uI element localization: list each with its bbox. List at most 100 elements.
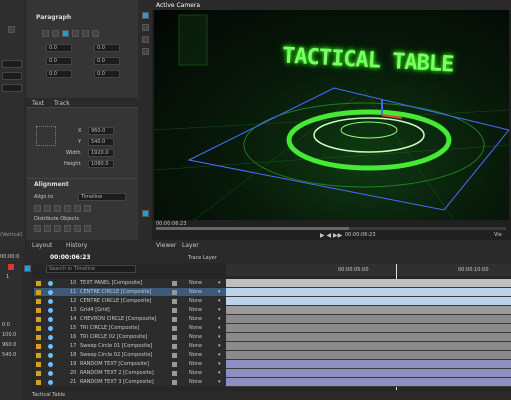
track-bar[interactable] <box>226 315 511 324</box>
table-row[interactable]: 18 Sweep Circle 02 [Composite] None ▾ <box>34 351 256 360</box>
track-bar[interactable] <box>226 297 511 306</box>
align-to-select[interactable]: Timeline <box>78 193 126 201</box>
blend-mode[interactable]: None <box>189 324 202 333</box>
visibility-icon[interactable] <box>48 335 53 340</box>
search-input[interactable]: Search in Timeline <box>46 265 136 273</box>
eye-icon[interactable] <box>36 290 41 295</box>
track-bar[interactable] <box>226 360 511 369</box>
blend-mode[interactable]: None <box>189 333 202 342</box>
eye-icon[interactable] <box>36 281 41 286</box>
blend-mode[interactable]: None <box>189 297 202 306</box>
strip-field[interactable] <box>2 72 22 80</box>
table-row[interactable]: 17 Sweep Circle 01 [Composite] None ▾ <box>34 342 256 351</box>
align-icon[interactable] <box>84 205 91 212</box>
visibility-icon[interactable] <box>48 290 53 295</box>
eye-icon[interactable] <box>36 344 41 349</box>
pen-icon[interactable] <box>172 344 177 349</box>
distribute-icon[interactable] <box>54 225 61 232</box>
pen-icon[interactable] <box>172 335 177 340</box>
align-left-button[interactable] <box>42 30 49 37</box>
pen-tool-icon[interactable] <box>142 36 149 43</box>
align-icon[interactable] <box>54 205 61 212</box>
chevron-down-icon[interactable]: ▾ <box>218 315 221 324</box>
pen-icon[interactable] <box>172 353 177 358</box>
align-icon[interactable] <box>74 205 81 212</box>
justify-button[interactable] <box>72 30 79 37</box>
viewer-canvas[interactable]: TACTICAL TABLE <box>154 10 509 220</box>
tab-layout[interactable]: Layout <box>32 242 52 249</box>
tab-text[interactable]: Text <box>32 100 44 107</box>
track-bar[interactable] <box>226 378 511 387</box>
eye-icon[interactable] <box>36 380 41 385</box>
strip-button[interactable] <box>8 26 15 33</box>
pen-icon[interactable] <box>172 317 177 322</box>
visibility-icon[interactable] <box>48 308 53 313</box>
spacing-field[interactable]: 0.0 <box>94 70 120 78</box>
track-bar[interactable] <box>226 342 511 351</box>
track-bar[interactable] <box>226 279 511 288</box>
chevron-down-icon[interactable]: ▾ <box>218 324 221 333</box>
chevron-down-icon[interactable]: ▾ <box>218 297 221 306</box>
pen-icon[interactable] <box>172 371 177 376</box>
blend-mode[interactable]: None <box>189 306 202 315</box>
pen-icon[interactable] <box>172 299 177 304</box>
chevron-down-icon[interactable]: ▾ <box>218 378 221 387</box>
chevron-down-icon[interactable]: ▾ <box>218 279 221 288</box>
trace-layer[interactable]: Trace Layer <box>188 255 217 261</box>
move-tool-icon[interactable] <box>142 24 149 31</box>
eye-icon[interactable] <box>36 326 41 331</box>
table-row[interactable]: 13 Grid4 [Grid] None ▾ <box>34 306 256 315</box>
justify-last-button[interactable] <box>92 30 99 37</box>
table-row[interactable]: 19 RANDOM TEXT [Composite] None ▾ <box>34 360 256 369</box>
indent-field[interactable]: 0.0 <box>94 57 120 65</box>
chevron-down-icon[interactable]: ▾ <box>218 333 221 342</box>
chevron-down-icon[interactable]: ▾ <box>218 360 221 369</box>
visibility-icon[interactable] <box>48 317 53 322</box>
eye-icon[interactable] <box>36 362 41 367</box>
visibility-icon[interactable] <box>48 380 53 385</box>
visibility-icon[interactable] <box>48 362 53 367</box>
align-icon[interactable] <box>34 205 41 212</box>
pen-icon[interactable] <box>172 290 177 295</box>
visibility-icon[interactable] <box>48 353 53 358</box>
align-icon[interactable] <box>44 205 51 212</box>
select-tool-icon[interactable] <box>142 12 149 19</box>
align-icon[interactable] <box>64 205 71 212</box>
table-row[interactable]: 11 CENTRE CIRCLE [Composite] None ▾ <box>34 288 256 297</box>
table-row[interactable]: 21 RANDOM TEXT 3 [Composite] None ▾ <box>34 378 256 387</box>
pen-icon[interactable] <box>172 308 177 313</box>
viewer-scrubber[interactable] <box>156 227 506 230</box>
active-camera-tab[interactable]: Active Camera <box>156 2 200 9</box>
indent-field[interactable]: 0.0 <box>46 57 72 65</box>
tab-layer[interactable]: Layer <box>182 242 199 249</box>
tab-history[interactable]: History <box>66 242 87 249</box>
track-bar[interactable] <box>226 369 511 378</box>
y-field[interactable]: 540.0 <box>88 138 114 146</box>
tab-viewer[interactable]: Viewer <box>156 242 176 249</box>
pen-icon[interactable] <box>172 326 177 331</box>
blend-mode[interactable]: None <box>189 378 202 387</box>
eye-icon[interactable] <box>36 371 41 376</box>
blend-mode[interactable]: None <box>189 279 202 288</box>
blend-mode[interactable]: None <box>189 342 202 351</box>
chevron-down-icon[interactable]: ▾ <box>218 288 221 297</box>
track-bar[interactable] <box>226 333 511 342</box>
timeline-tool-icon[interactable] <box>24 265 31 272</box>
visibility-icon[interactable] <box>48 299 53 304</box>
table-row[interactable]: 20 RANDOM TEXT 2 [Composite] None ▾ <box>34 369 256 378</box>
justify-all-button[interactable] <box>82 30 89 37</box>
strip-field[interactable] <box>2 84 22 92</box>
width-field[interactable]: 1920.0 <box>88 149 114 157</box>
blend-mode[interactable]: None <box>189 288 202 297</box>
playback-controls[interactable]: ▶ ◀ ▶▶ <box>320 232 342 239</box>
blend-mode[interactable]: None <box>189 315 202 324</box>
strip-field[interactable] <box>2 60 22 68</box>
indent-field[interactable]: 0.0 <box>46 44 72 52</box>
camera-tool-icon[interactable] <box>142 210 149 217</box>
shape-tool-icon[interactable] <box>142 48 149 55</box>
distribute-icon[interactable] <box>74 225 81 232</box>
distribute-icon[interactable] <box>84 225 91 232</box>
eye-icon[interactable] <box>36 317 41 322</box>
chevron-down-icon[interactable]: ▾ <box>218 306 221 315</box>
spacing-field[interactable]: 0.0 <box>46 70 72 78</box>
